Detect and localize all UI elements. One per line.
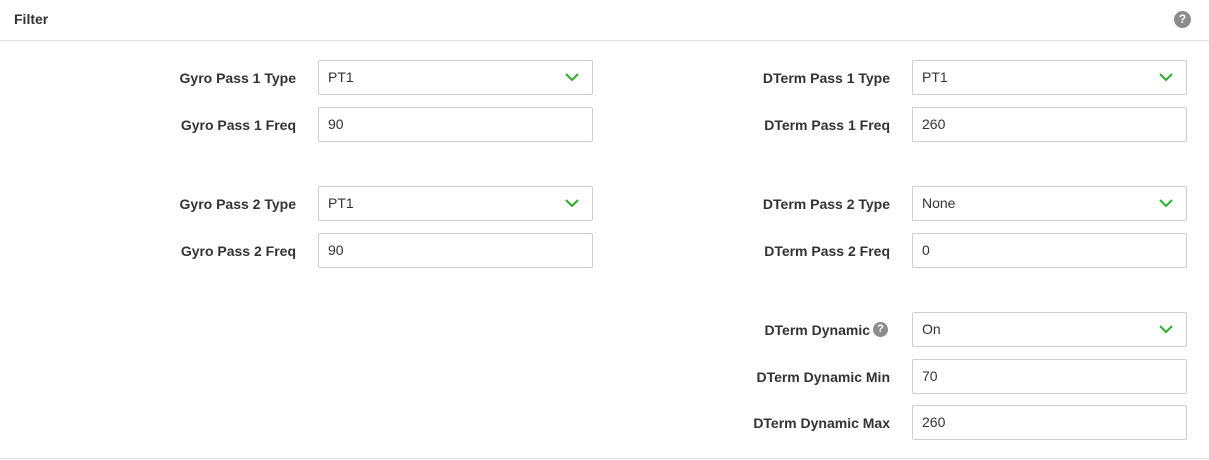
help-icon[interactable]: ? bbox=[873, 322, 888, 337]
dterm-dynamic-min-label: DTerm Dynamic Min bbox=[756, 369, 890, 385]
dterm-dynamic-max-label: DTerm Dynamic Max bbox=[753, 415, 890, 431]
divider bbox=[0, 458, 1209, 459]
dterm-pass1-type-label: DTerm Pass 1 Type bbox=[762, 70, 890, 86]
gyro-pass1-freq-label: Gyro Pass 1 Freq bbox=[180, 117, 296, 133]
dterm-pass1-type-value: PT1 bbox=[922, 69, 948, 85]
chevron-down-icon bbox=[565, 73, 579, 82]
help-icon[interactable]: ? bbox=[1174, 11, 1191, 28]
dterm-dynamic-max-input[interactable]: 260 bbox=[912, 405, 1187, 440]
chevron-down-icon bbox=[1159, 199, 1173, 208]
dterm-pass2-freq-input[interactable]: 0 bbox=[912, 233, 1187, 268]
dterm-pass1-freq-label: DTerm Pass 1 Freq bbox=[764, 117, 890, 133]
chevron-down-icon bbox=[1159, 325, 1173, 334]
gyro-pass1-freq-input[interactable]: 90 bbox=[318, 107, 593, 142]
panel-title: Filter bbox=[14, 11, 49, 27]
dterm-dynamic-value: On bbox=[922, 321, 941, 337]
dterm-pass2-type-label: DTerm Pass 2 Type bbox=[762, 196, 890, 212]
chevron-down-icon bbox=[565, 199, 579, 208]
gyro-pass1-type-select[interactable]: PT1 bbox=[318, 60, 593, 95]
gyro-pass2-type-value: PT1 bbox=[328, 195, 354, 211]
gyro-pass2-freq-label: Gyro Pass 2 Freq bbox=[180, 243, 296, 259]
dterm-pass2-freq-label: DTerm Pass 2 Freq bbox=[764, 243, 890, 259]
dterm-pass2-type-select[interactable]: None bbox=[912, 186, 1187, 221]
dterm-pass2-type-value: None bbox=[922, 195, 956, 211]
gyro-pass1-type-label: Gyro Pass 1 Type bbox=[179, 70, 296, 86]
dterm-dynamic-label: DTerm Dynamic bbox=[764, 322, 870, 338]
gyro-pass2-type-select[interactable]: PT1 bbox=[318, 186, 593, 221]
dterm-pass1-freq-input[interactable]: 260 bbox=[912, 107, 1187, 142]
chevron-down-icon bbox=[1159, 73, 1173, 82]
filter-panel-header: Filter ? bbox=[0, 0, 1209, 41]
gyro-pass1-type-value: PT1 bbox=[328, 69, 354, 85]
dterm-dynamic-select[interactable]: On bbox=[912, 312, 1187, 347]
dterm-pass1-type-select[interactable]: PT1 bbox=[912, 60, 1187, 95]
gyro-pass2-freq-input[interactable]: 90 bbox=[318, 233, 593, 268]
gyro-pass2-type-label: Gyro Pass 2 Type bbox=[179, 196, 296, 212]
dterm-dynamic-min-input[interactable]: 70 bbox=[912, 359, 1187, 394]
